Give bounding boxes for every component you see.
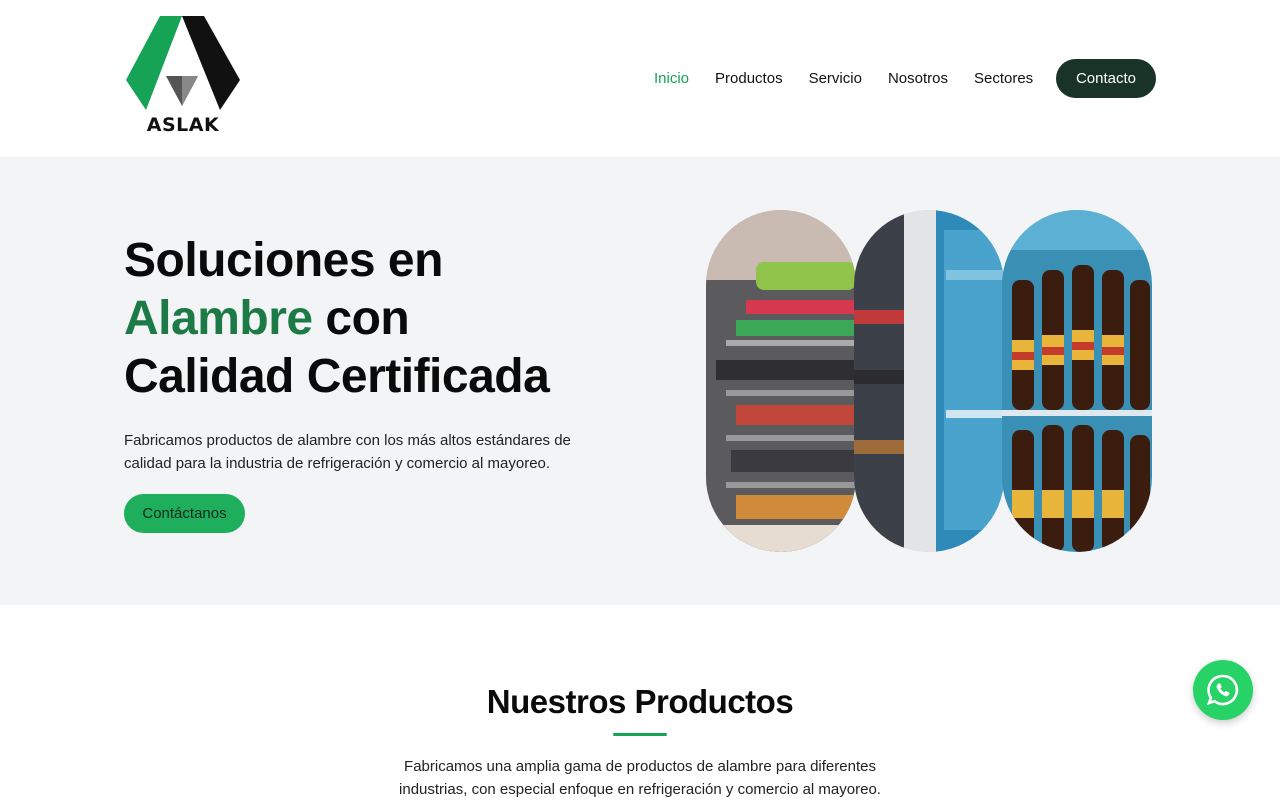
aslak-logo[interactable]: ASLAK xyxy=(124,14,242,138)
hero-title-line3: Calidad Certificada xyxy=(124,350,550,403)
hero-title-line1: Soluciones en xyxy=(124,234,443,287)
logo-text: ASLAK xyxy=(146,114,220,136)
nav-item-inicio[interactable]: Inicio xyxy=(654,70,689,87)
nav-item-servicio[interactable]: Servicio xyxy=(809,70,862,87)
nav-item-sectores[interactable]: Sectores xyxy=(974,70,1033,87)
hero-image-bottles xyxy=(1002,210,1152,552)
hero-section: Soluciones en Alambre con Calidad Certif… xyxy=(0,157,1280,605)
main-nav: Inicio Productos Servicio Nosotros Secto… xyxy=(640,59,1059,97)
hero-title-line2: con xyxy=(312,292,410,345)
hero-image-fridge xyxy=(854,210,1004,552)
products-description: Fabricamos una amplia gama de productos … xyxy=(399,758,881,798)
contactanos-button[interactable]: Contáctanos xyxy=(124,494,245,533)
whatsapp-icon xyxy=(1206,674,1239,706)
products-title-underline xyxy=(613,733,667,736)
hero-image-snacks xyxy=(706,210,856,552)
site-header: ASLAK Inicio Productos Servicio Nosotros… xyxy=(0,0,1280,157)
hero-title: Soluciones en Alambre con Calidad Certif… xyxy=(124,232,644,406)
nav-item-productos[interactable]: Productos xyxy=(715,70,783,87)
hero-subtitle: Fabricamos productos de alambre con los … xyxy=(124,432,571,472)
nav-item-nosotros[interactable]: Nosotros xyxy=(888,70,948,87)
contact-button[interactable]: Contacto xyxy=(1056,59,1156,98)
hero-title-highlight: Alambre xyxy=(124,292,313,345)
hero-image-collage xyxy=(706,210,1152,552)
logo-mark-icon xyxy=(126,16,240,110)
products-title: Nuestros Productos xyxy=(486,683,794,720)
whatsapp-button[interactable] xyxy=(1193,660,1253,720)
